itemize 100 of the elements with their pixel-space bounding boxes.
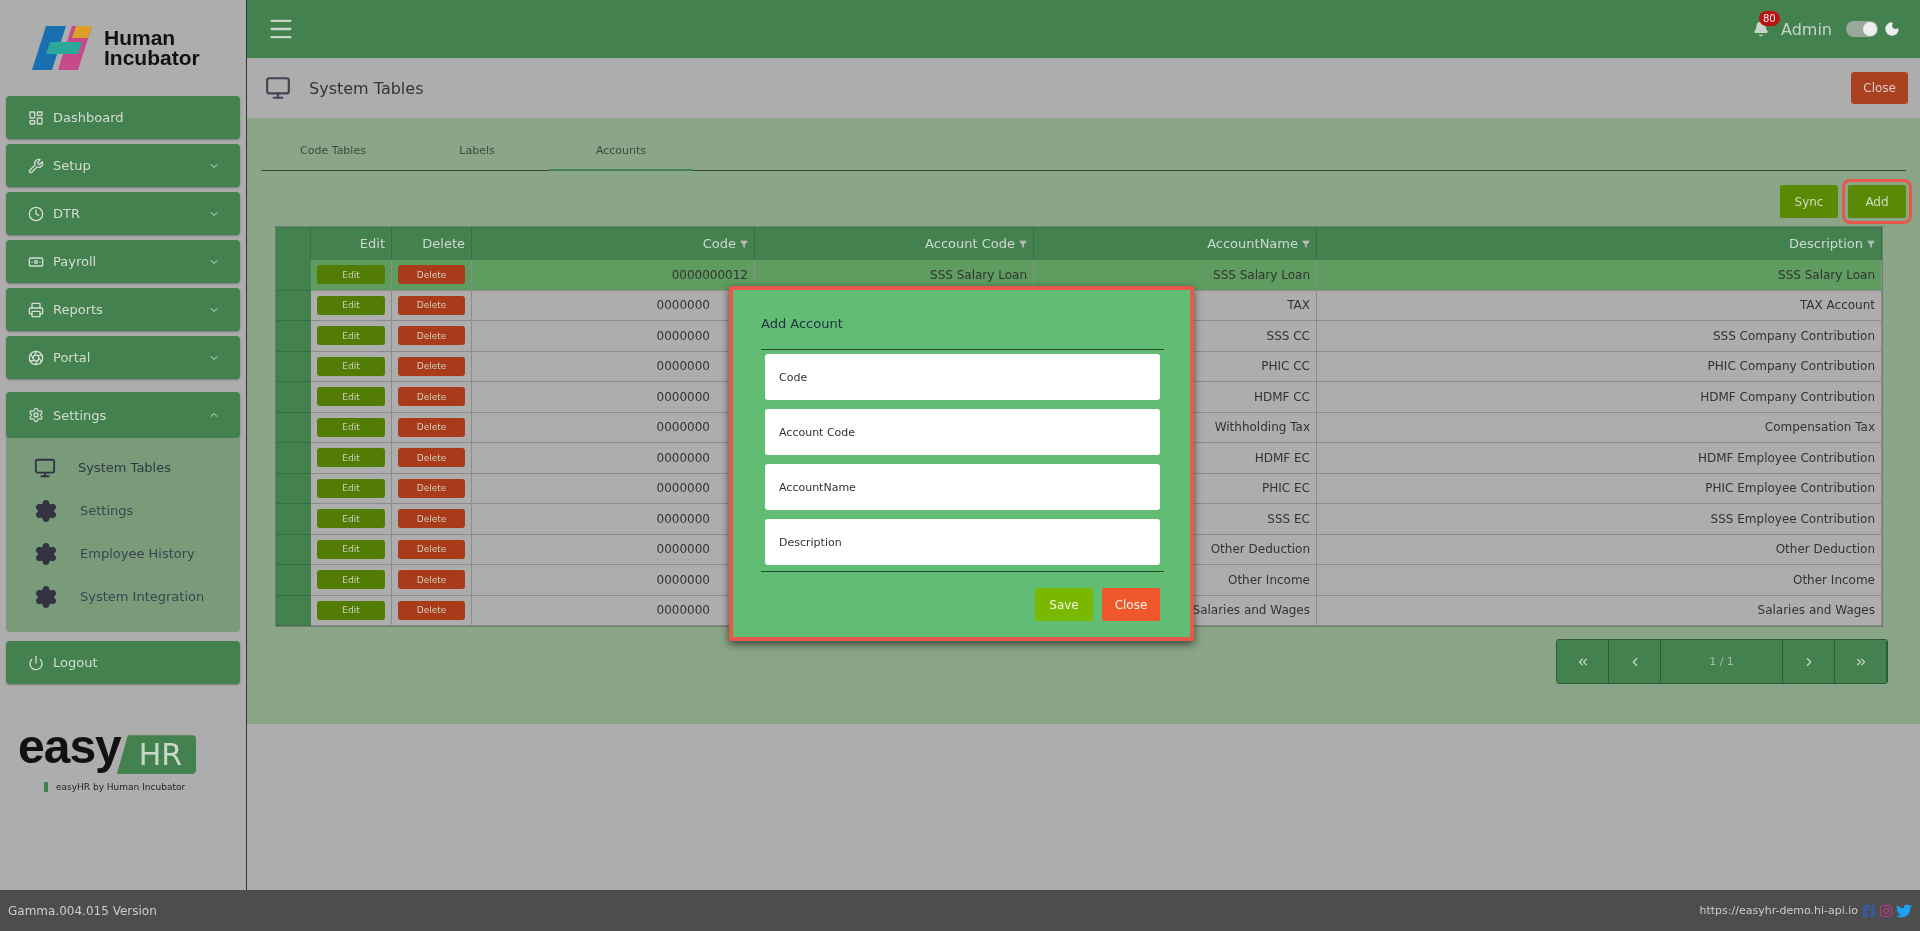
moon-icon [1884, 21, 1900, 37]
delete-button[interactable]: Delete [398, 295, 465, 315]
row-selector-cell[interactable] [276, 473, 311, 504]
sync-button[interactable]: Sync [1780, 185, 1838, 218]
submenu-item[interactable]: Settings [6, 489, 240, 532]
table-cell: PHIC Employee Contribution [1317, 473, 1882, 504]
instagram-icon[interactable] [1879, 903, 1893, 918]
delete-button[interactable]: Delete [398, 417, 465, 437]
row-selector-cell[interactable] [276, 351, 311, 382]
column-header[interactable]: Edit [311, 227, 392, 260]
table-cell: SSS Salary Loan [1317, 260, 1882, 291]
user-name[interactable]: Admin [1781, 19, 1832, 39]
edit-button[interactable]: Edit [317, 539, 385, 559]
edit-button[interactable]: Edit [317, 448, 385, 468]
save-button[interactable]: Save [1035, 588, 1093, 621]
submenu-item[interactable]: Employee History [6, 532, 240, 575]
row-selector-cell[interactable] [276, 382, 311, 413]
bell-icon[interactable] [1753, 21, 1769, 37]
column-header[interactable]: Code [472, 227, 755, 260]
twitter-icon[interactable] [1896, 902, 1912, 919]
dialog-title: Add Account [761, 316, 1164, 350]
edit-button[interactable]: Edit [317, 326, 385, 346]
tab[interactable]: Labels [405, 132, 549, 171]
table-cell: HDMF Company Contribution [1317, 382, 1882, 413]
edit-button[interactable]: Edit [317, 600, 385, 620]
row-selector-cell[interactable] [276, 321, 311, 352]
edit-button[interactable]: Edit [317, 509, 385, 529]
input-field[interactable]: Code [765, 354, 1160, 400]
edit-button[interactable]: Edit [317, 356, 385, 376]
table-cell: Other Deduction [1317, 534, 1882, 565]
sidebar-item[interactable]: Setup [6, 144, 240, 187]
filter-icon[interactable] [1302, 239, 1310, 248]
header-corner-cell [276, 227, 311, 260]
sidebar-item[interactable]: Logout [6, 641, 240, 684]
sidebar-item[interactable]: Portal [6, 336, 240, 379]
delete-button[interactable]: Delete [398, 326, 465, 346]
sidebar-item[interactable]: Settings [6, 392, 240, 438]
delete-button[interactable]: Delete [398, 356, 465, 376]
row-selector-cell[interactable] [276, 565, 311, 596]
gear-icon [34, 498, 58, 523]
column-header[interactable]: AccountName [1034, 227, 1317, 260]
row-selector-cell[interactable] [276, 534, 311, 565]
table-cell: TAX Account [1317, 290, 1882, 321]
row-selector-cell[interactable] [276, 443, 311, 474]
edit-button[interactable]: Edit [317, 570, 385, 590]
tab[interactable]: Accounts [549, 132, 693, 171]
delete-button[interactable]: Delete [398, 570, 465, 590]
column-header[interactable]: Account Code [755, 227, 1034, 260]
sidebar-item[interactable]: Payroll [6, 240, 240, 283]
delete-button[interactable]: Delete [398, 448, 465, 468]
row-selector-cell[interactable] [276, 290, 311, 321]
delete-button[interactable]: Delete [398, 600, 465, 620]
page-indicator: 1 / 1 [1661, 640, 1783, 683]
tab[interactable]: Code Tables [261, 132, 405, 171]
brand-name: Human Incubator [104, 28, 201, 68]
table-cell: HDMF Employee Contribution [1317, 443, 1882, 474]
row-selector-cell[interactable] [276, 412, 311, 443]
filter-icon[interactable] [1019, 239, 1027, 248]
edit-button[interactable]: Edit [317, 387, 385, 407]
theme-toggle[interactable] [1846, 21, 1878, 37]
submenu-item[interactable]: System Integration [6, 575, 240, 618]
row-selector-cell[interactable] [276, 595, 311, 626]
edit-button[interactable]: Edit [317, 478, 385, 498]
delete-button[interactable]: Delete [398, 478, 465, 498]
table-cell: Other Income [1317, 565, 1882, 596]
next-page-icon-button[interactable] [1783, 640, 1835, 683]
sidebar-item[interactable]: Reports [6, 288, 240, 331]
table-cell: SSS Employee Contribution [1317, 504, 1882, 535]
column-header[interactable]: Delete [392, 227, 472, 260]
column-header[interactable]: Description [1317, 227, 1882, 260]
sidebar-item-icon [28, 157, 44, 174]
input-field[interactable]: Account Code [765, 409, 1160, 455]
last-page-icon-button[interactable] [1835, 640, 1887, 683]
gear-icon [34, 541, 58, 566]
sidebar-item[interactable]: Dashboard [6, 96, 240, 139]
edit-button[interactable]: Edit [317, 417, 385, 437]
site-url[interactable]: https://easyhr-demo.hi-api.io [1699, 904, 1858, 917]
delete-button[interactable]: Delete [398, 265, 465, 285]
table-cell: Salaries and Wages [1317, 595, 1882, 626]
table-cell: SSS Salary Loan [1034, 260, 1317, 291]
delete-button[interactable]: Delete [398, 539, 465, 559]
input-field[interactable]: Description [765, 519, 1160, 565]
sidebar-item-icon [28, 654, 44, 671]
row-selector-cell[interactable] [276, 504, 311, 535]
delete-button[interactable]: Delete [398, 509, 465, 529]
delete-button[interactable]: Delete [398, 387, 465, 407]
facebook-icon[interactable] [1862, 903, 1876, 918]
close-button[interactable]: Close [1102, 588, 1160, 621]
sidebar-item[interactable]: DTR [6, 192, 240, 235]
logo-caption: easyHR by Human Incubator [56, 782, 186, 793]
close-button[interactable]: Close [1851, 72, 1908, 104]
filter-icon[interactable] [1867, 239, 1875, 248]
edit-button[interactable]: Edit [317, 295, 385, 315]
edit-button[interactable]: Edit [317, 265, 385, 285]
first-page-icon-button[interactable] [1557, 640, 1609, 683]
submenu-item[interactable]: System Tables [6, 446, 240, 489]
previous-page-icon-button[interactable] [1609, 640, 1661, 683]
input-field[interactable]: AccountName [765, 464, 1160, 510]
filter-icon[interactable] [740, 239, 748, 248]
row-selector-cell[interactable] [276, 260, 311, 291]
